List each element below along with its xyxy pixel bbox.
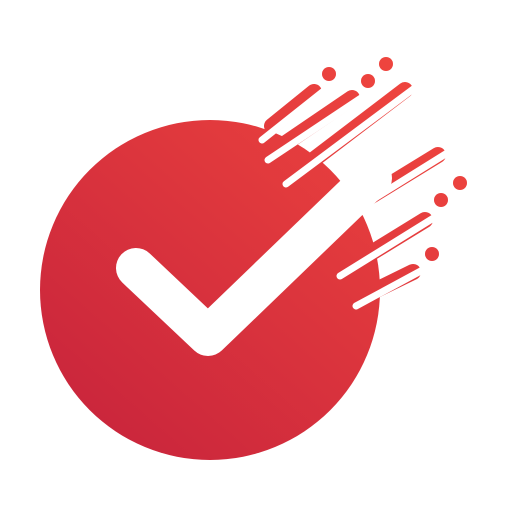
speed-dot xyxy=(434,193,448,207)
speed-dot xyxy=(425,247,439,261)
speed-dot xyxy=(379,57,393,71)
fast-checkmark-logo-icon xyxy=(0,0,512,512)
speed-dot xyxy=(322,67,336,81)
speed-dot xyxy=(361,74,375,88)
speed-dot xyxy=(453,176,467,190)
app-icon-canvas xyxy=(0,0,512,512)
